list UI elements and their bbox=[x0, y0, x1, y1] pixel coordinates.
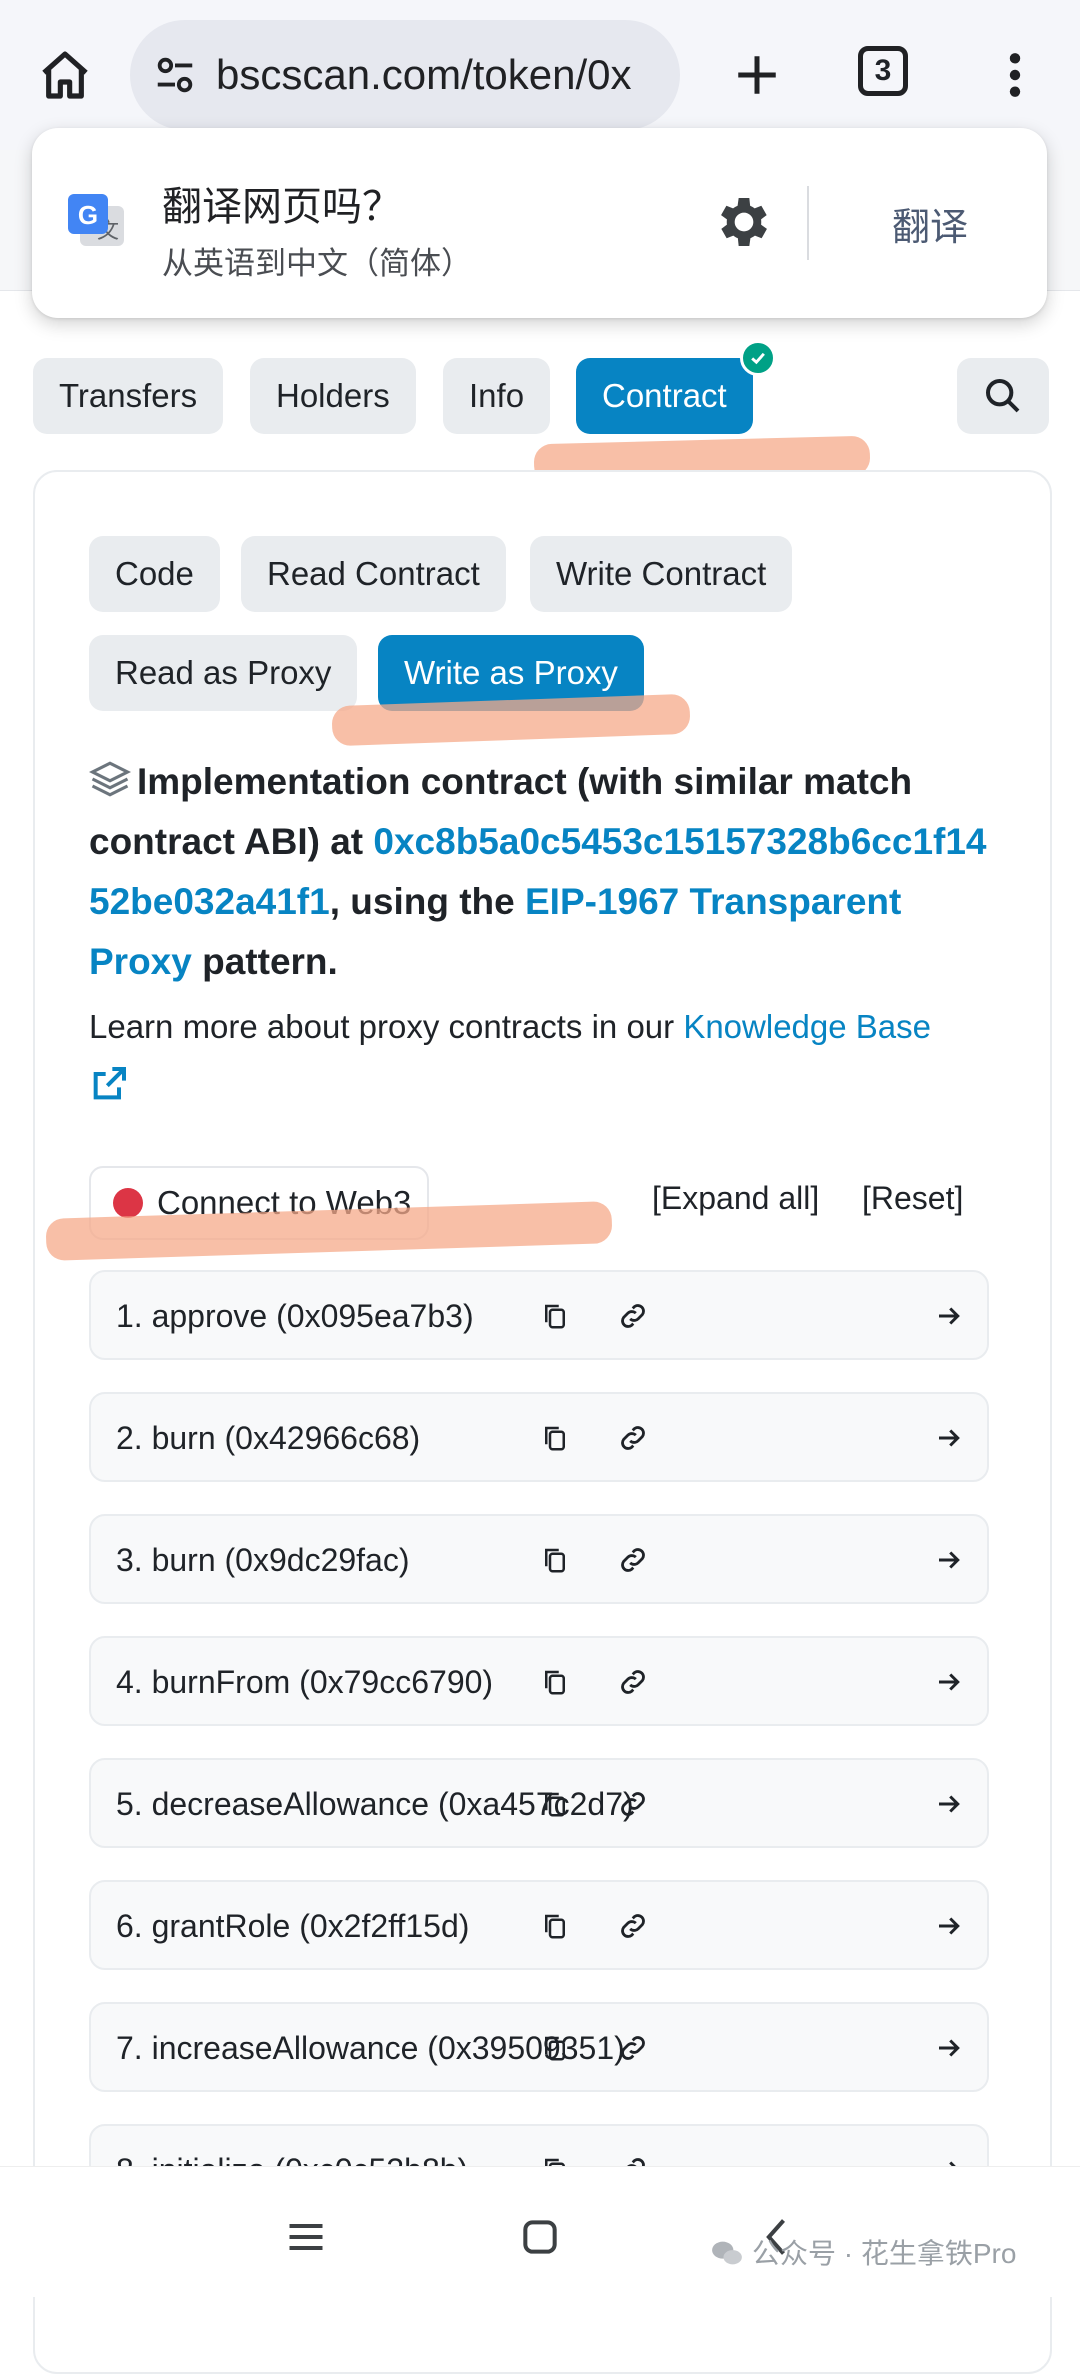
wechat-icon bbox=[710, 2236, 744, 2270]
implementation-notice: Implementation contract (with similar ma… bbox=[88, 752, 989, 992]
site-settings-icon[interactable] bbox=[152, 52, 198, 98]
function-row[interactable]: 4. burnFrom (0x79cc6790) bbox=[89, 1636, 989, 1726]
arrow-right-icon[interactable] bbox=[927, 1904, 971, 1948]
link-icon[interactable] bbox=[611, 1294, 655, 1338]
link-icon[interactable] bbox=[611, 1538, 655, 1582]
tab-info[interactable]: Info bbox=[443, 358, 551, 434]
svg-text:G: G bbox=[78, 200, 98, 230]
tab-holders[interactable]: Holders bbox=[250, 358, 416, 434]
external-link-icon[interactable] bbox=[89, 1064, 129, 1104]
google-translate-icon: 文 G bbox=[64, 190, 128, 254]
copy-icon[interactable] bbox=[533, 2026, 577, 2070]
function-label[interactable]: 1. approve (0x095ea7b3) bbox=[116, 1272, 474, 1360]
link-icon[interactable] bbox=[611, 1904, 655, 1948]
function-label[interactable]: 4. burnFrom (0x79cc6790) bbox=[116, 1638, 493, 1726]
divider bbox=[807, 186, 809, 260]
function-row[interactable]: 1. approve (0x095ea7b3) bbox=[89, 1270, 989, 1360]
copy-icon[interactable] bbox=[533, 1538, 577, 1582]
expand-all-link[interactable]: [Expand all] bbox=[652, 1180, 819, 1217]
knowledge-base-link[interactable]: Knowledge Base bbox=[683, 1008, 931, 1045]
link-icon[interactable] bbox=[611, 1782, 655, 1826]
function-row[interactable]: 3. burn (0x9dc29fac) bbox=[89, 1514, 989, 1604]
subtab-write-contract[interactable]: Write Contract bbox=[530, 536, 793, 612]
arrow-right-icon[interactable] bbox=[927, 1538, 971, 1582]
reset-link[interactable]: [Reset] bbox=[862, 1180, 963, 1217]
subtab-read-as-proxy[interactable]: Read as Proxy bbox=[89, 635, 358, 711]
copy-icon[interactable] bbox=[533, 1294, 577, 1338]
home-icon[interactable] bbox=[30, 40, 100, 110]
impl-text-2: , using the bbox=[329, 881, 525, 922]
arrow-right-icon[interactable] bbox=[927, 1294, 971, 1338]
learn-more-text: Learn more about proxy contracts in our … bbox=[89, 998, 989, 1114]
copy-icon[interactable] bbox=[533, 1660, 577, 1704]
subtab-read-contract[interactable]: Read Contract bbox=[241, 536, 506, 612]
arrow-right-icon[interactable] bbox=[927, 1660, 971, 1704]
function-label[interactable]: 3. burn (0x9dc29fac) bbox=[116, 1516, 410, 1604]
learn-text: Learn more about proxy contracts in our bbox=[89, 1008, 684, 1045]
tab-transfers[interactable]: Transfers bbox=[33, 358, 224, 434]
tab-count: 3 bbox=[874, 54, 892, 87]
copy-icon[interactable] bbox=[533, 1904, 577, 1948]
tab-contract[interactable]: Contract bbox=[576, 358, 753, 434]
function-row[interactable]: 7. increaseAllowance (0x39509351) bbox=[89, 2002, 989, 2092]
translate-language-pair[interactable]: 从英语到中文（简体） bbox=[162, 238, 472, 283]
more-menu-icon[interactable] bbox=[990, 40, 1040, 110]
home-nav-icon[interactable] bbox=[510, 2207, 570, 2267]
url-text[interactable]: bscscan.com/token/0x bbox=[216, 20, 666, 130]
watermark-text: 公众号 · 花生拿铁Pro bbox=[752, 2238, 1017, 2269]
translate-prompt: 文 G 翻译网页吗？ 从英语到中文（简体） 翻译 bbox=[32, 128, 1047, 318]
disconnected-status-dot bbox=[113, 1188, 143, 1218]
link-icon[interactable] bbox=[611, 1416, 655, 1460]
subtab-code[interactable]: Code bbox=[89, 536, 220, 612]
function-label[interactable]: 6. grantRole (0x2f2ff15d) bbox=[116, 1882, 469, 1970]
verified-check-icon bbox=[740, 340, 776, 376]
copy-icon[interactable] bbox=[533, 1782, 577, 1826]
impl-text-3: pattern. bbox=[191, 941, 338, 982]
link-icon[interactable] bbox=[611, 2026, 655, 2070]
function-label[interactable]: 2. burn (0x42966c68) bbox=[116, 1394, 420, 1482]
translate-button[interactable]: 翻译 bbox=[892, 196, 968, 251]
copy-icon[interactable] bbox=[533, 1416, 577, 1460]
layers-icon bbox=[88, 758, 132, 800]
arrow-right-icon[interactable] bbox=[927, 1782, 971, 1826]
function-row[interactable]: 2. burn (0x42966c68) bbox=[89, 1392, 989, 1482]
address-bar[interactable]: bscscan.com/token/0x bbox=[130, 20, 680, 130]
translate-title: 翻译网页吗？ bbox=[162, 185, 402, 229]
gear-icon[interactable] bbox=[712, 190, 776, 254]
tab-switcher-button[interactable]: 3 bbox=[858, 46, 908, 96]
function-row[interactable]: 6. grantRole (0x2f2ff15d) bbox=[89, 1880, 989, 1970]
watermark: 公众号 · 花生拿铁Pro bbox=[710, 2232, 1016, 2272]
arrow-right-icon[interactable] bbox=[927, 1416, 971, 1460]
recent-apps-icon[interactable] bbox=[276, 2207, 336, 2267]
link-icon[interactable] bbox=[611, 1660, 655, 1704]
function-row[interactable]: 5. decreaseAllowance (0xa457c2d7) bbox=[89, 1758, 989, 1848]
search-icon[interactable] bbox=[957, 358, 1049, 434]
new-tab-icon[interactable] bbox=[722, 40, 792, 110]
arrow-right-icon[interactable] bbox=[927, 2026, 971, 2070]
